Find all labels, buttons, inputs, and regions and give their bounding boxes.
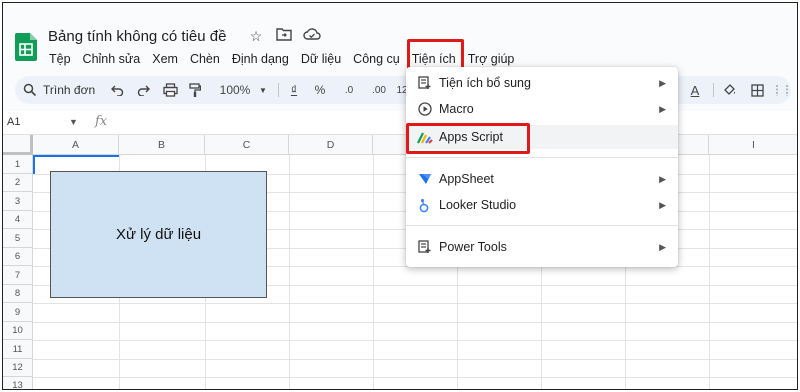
power-tools-icon: [417, 239, 433, 255]
menu-item-label: Power Tools: [439, 240, 507, 254]
menu-search[interactable]: Trình đơn: [23, 80, 107, 100]
menu-item-label: Macro: [439, 102, 474, 116]
menu-item-looker-studio[interactable]: Looker Studio ▶: [406, 193, 678, 217]
grid-line: [289, 155, 290, 389]
cloud-saved-icon[interactable]: [303, 27, 321, 45]
fill-color-icon[interactable]: [721, 80, 739, 100]
grid-line: [33, 303, 797, 304]
increase-decimal-button[interactable]: .00: [367, 80, 391, 100]
drawing-shape[interactable]: Xử lý dữ liệu: [50, 171, 267, 298]
menu-help[interactable]: Trợ giúp: [462, 49, 521, 69]
row-header[interactable]: 6: [3, 248, 33, 266]
currency-format-button[interactable]: ₫: [287, 80, 301, 100]
menu-format[interactable]: Định dạng: [226, 49, 295, 69]
sheets-logo-icon[interactable]: [15, 33, 37, 61]
print-icon[interactable]: [161, 80, 179, 100]
grid-line: [373, 155, 374, 389]
submenu-arrow-icon: ▶: [659, 103, 666, 114]
column-header[interactable]: C: [205, 135, 289, 155]
row-header[interactable]: 5: [3, 229, 33, 248]
zoom-select[interactable]: 100%: [215, 80, 255, 100]
menu-item-label: AppSheet: [439, 172, 494, 186]
menu-item-appsheet[interactable]: AppSheet ▶: [406, 167, 678, 191]
submenu-arrow-icon: ▶: [659, 77, 666, 88]
menu-extensions[interactable]: Tiện ích: [406, 49, 462, 69]
appsheet-icon: [417, 171, 433, 187]
paint-format-icon[interactable]: [187, 80, 203, 100]
grid-line: [33, 377, 797, 378]
column-header[interactable]: A: [33, 135, 119, 155]
menu-divider: [406, 157, 678, 158]
fx-icon: fx: [95, 114, 108, 129]
column-header[interactable]: I: [709, 135, 797, 155]
row-header[interactable]: 4: [3, 211, 33, 229]
spreadsheet-grid[interactable]: A B C D E F G H I 1 2 3 4 5 6 7 8 9 10 1…: [3, 135, 797, 389]
menu-tools[interactable]: Công cụ: [347, 49, 406, 69]
menu-item-label: Looker Studio: [439, 198, 517, 212]
row-header[interactable]: 7: [3, 266, 33, 285]
submenu-arrow-icon: ▶: [659, 199, 666, 210]
macro-play-icon: [417, 101, 433, 117]
menu-item-label: Apps Script: [439, 130, 503, 144]
drawing-shape-text: Xử lý dữ liệu: [115, 226, 202, 243]
menu-divider: [406, 225, 678, 226]
name-box[interactable]: A1: [7, 116, 20, 128]
column-header[interactable]: B: [119, 135, 205, 155]
undo-icon[interactable]: [109, 80, 125, 100]
row-header[interactable]: 11: [3, 340, 33, 359]
submenu-arrow-icon: ▶: [659, 173, 666, 184]
looker-studio-icon: [417, 197, 433, 213]
zoom-chevron-down-icon[interactable]: ▼: [258, 80, 268, 100]
menu-file[interactable]: Tệp: [43, 49, 77, 69]
grid-line: [33, 322, 797, 323]
submenu-arrow-icon: ▶: [659, 241, 666, 252]
search-icon: [23, 83, 37, 97]
borders-icon[interactable]: [749, 80, 765, 100]
row-header[interactable]: 13: [3, 377, 33, 389]
menu-search-label: Trình đơn: [43, 83, 96, 97]
toolbar-divider: [278, 83, 279, 97]
menu-item-power-tools[interactable]: Power Tools ▶: [406, 235, 678, 259]
menu-item-label: Tiện ích bổ sung: [439, 76, 531, 90]
app-window: Bảng tính không có tiêu đề ☆ Tệp Chỉnh s…: [2, 2, 798, 390]
toolbar-divider: [713, 83, 714, 97]
row-header[interactable]: 8: [3, 285, 33, 303]
menu-item-addons[interactable]: Tiện ích bổ sung ▶: [406, 71, 678, 95]
document-title[interactable]: Bảng tính không có tiêu đề: [48, 28, 226, 45]
name-box-chevron-down-icon[interactable]: ▼: [69, 117, 78, 127]
decrease-decimal-button[interactable]: .0: [339, 80, 359, 100]
move-folder-icon[interactable]: [275, 27, 293, 45]
row-header[interactable]: 1: [3, 155, 33, 174]
redo-icon[interactable]: [135, 80, 151, 100]
column-header[interactable]: D: [289, 135, 373, 155]
grid-line: [709, 155, 710, 389]
row-header[interactable]: 10: [3, 322, 33, 340]
merge-cells-icon[interactable]: [775, 80, 789, 100]
menu-item-macro[interactable]: Macro ▶: [406, 97, 678, 121]
grid-line: [33, 340, 797, 341]
menu-insert[interactable]: Chèn: [184, 49, 226, 69]
select-all-corner[interactable]: [3, 135, 33, 155]
menu-item-apps-script[interactable]: Apps Script: [406, 125, 678, 149]
apps-script-icon: [417, 129, 433, 145]
grid-line: [33, 359, 797, 360]
menu-view[interactable]: Xem: [146, 49, 184, 69]
star-icon[interactable]: ☆: [247, 27, 265, 45]
text-color-button[interactable]: A: [687, 80, 703, 100]
menu-data[interactable]: Dữ liệu: [295, 49, 347, 69]
extensions-dropdown-menu: Tiện ích bổ sung ▶ Macro ▶ Apps Script A…: [406, 67, 678, 267]
row-header[interactable]: 3: [3, 192, 33, 211]
percent-format-button[interactable]: %: [313, 80, 327, 100]
menu-bar: Tệp Chỉnh sửa Xem Chèn Định dạng Dữ liệu…: [43, 49, 520, 69]
addons-icon: [417, 75, 433, 91]
row-header[interactable]: 12: [3, 359, 33, 377]
formula-bar: A1 ▼ fx: [3, 111, 797, 135]
menu-edit[interactable]: Chỉnh sửa: [77, 49, 147, 69]
row-header[interactable]: 9: [3, 303, 33, 322]
row-header[interactable]: 2: [3, 174, 33, 192]
